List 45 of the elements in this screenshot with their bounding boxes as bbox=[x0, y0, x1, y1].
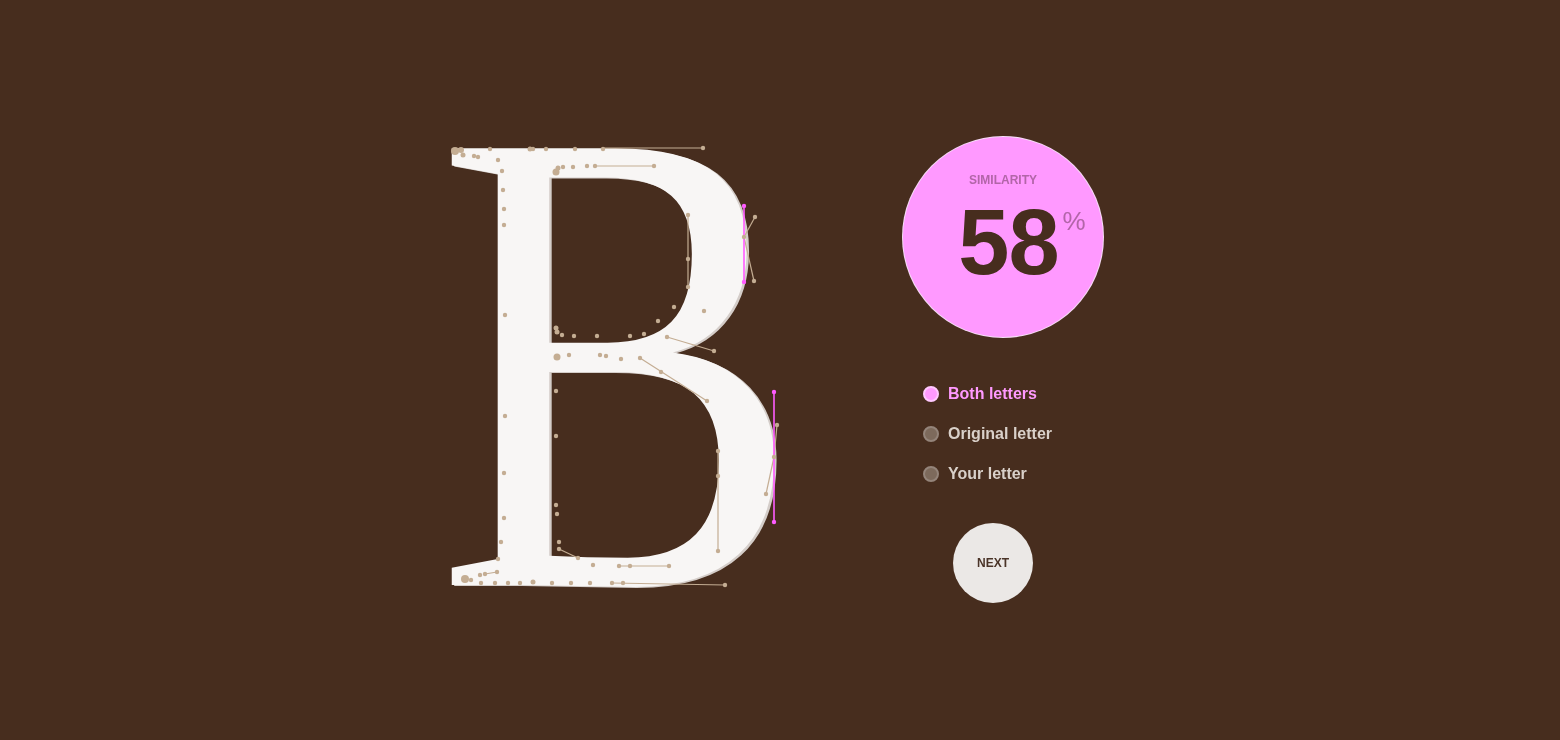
bezier-handle[interactable] bbox=[666, 336, 717, 354]
view-option[interactable]: Both letters bbox=[923, 382, 1037, 406]
anchor-point[interactable] bbox=[553, 433, 559, 439]
anchor-point[interactable] bbox=[553, 325, 559, 331]
anchor-point[interactable] bbox=[655, 318, 661, 324]
anchor-point[interactable] bbox=[553, 388, 559, 394]
anchor-point[interactable] bbox=[559, 332, 565, 338]
anchor-point[interactable] bbox=[554, 511, 560, 517]
bezier-handle[interactable] bbox=[558, 548, 581, 561]
bezier-handle[interactable] bbox=[743, 214, 758, 284]
anchor-point[interactable] bbox=[553, 502, 559, 508]
next-button[interactable]: NEXT bbox=[953, 523, 1033, 603]
bezier-handle[interactable] bbox=[611, 582, 728, 588]
anchor-point[interactable] bbox=[530, 146, 536, 152]
anchor-point[interactable] bbox=[671, 304, 677, 310]
drawn-letter[interactable]: B bbox=[436, 128, 779, 592]
bezier-handle[interactable] bbox=[741, 203, 747, 285]
anchor-point[interactable] bbox=[715, 473, 721, 479]
anchor-point[interactable] bbox=[600, 146, 606, 152]
similarity-label: SIMILARITY bbox=[969, 173, 1037, 187]
bezier-handle[interactable] bbox=[715, 448, 721, 554]
anchor-point[interactable] bbox=[641, 331, 647, 337]
bezier-handle[interactable] bbox=[618, 563, 672, 569]
anchor-point[interactable] bbox=[554, 329, 560, 335]
anchor-point[interactable] bbox=[594, 333, 600, 339]
anchor-point[interactable] bbox=[556, 546, 562, 552]
anchor-point[interactable] bbox=[495, 556, 501, 562]
radio-button[interactable] bbox=[923, 426, 939, 442]
bezier-handle[interactable] bbox=[639, 357, 710, 404]
anchor-point[interactable] bbox=[451, 147, 459, 155]
bezier-handle[interactable] bbox=[594, 163, 657, 169]
radio-button[interactable] bbox=[923, 466, 939, 482]
unit-label: % bbox=[1062, 208, 1086, 234]
bezier-handle[interactable] bbox=[685, 212, 691, 290]
anchor-point[interactable] bbox=[571, 333, 577, 339]
anchor-point[interactable] bbox=[458, 147, 464, 153]
view-option[interactable]: Your letter bbox=[923, 462, 1027, 486]
similarity-value: 58 bbox=[958, 196, 1059, 288]
anchor-point[interactable] bbox=[685, 256, 691, 262]
anchor-point[interactable] bbox=[556, 539, 562, 545]
anchor-point[interactable] bbox=[487, 146, 493, 152]
anchor-point[interactable] bbox=[627, 333, 633, 339]
anchor-point[interactable] bbox=[572, 146, 578, 152]
anchor-point[interactable] bbox=[543, 146, 549, 152]
view-option[interactable]: Original letter bbox=[923, 422, 1053, 446]
